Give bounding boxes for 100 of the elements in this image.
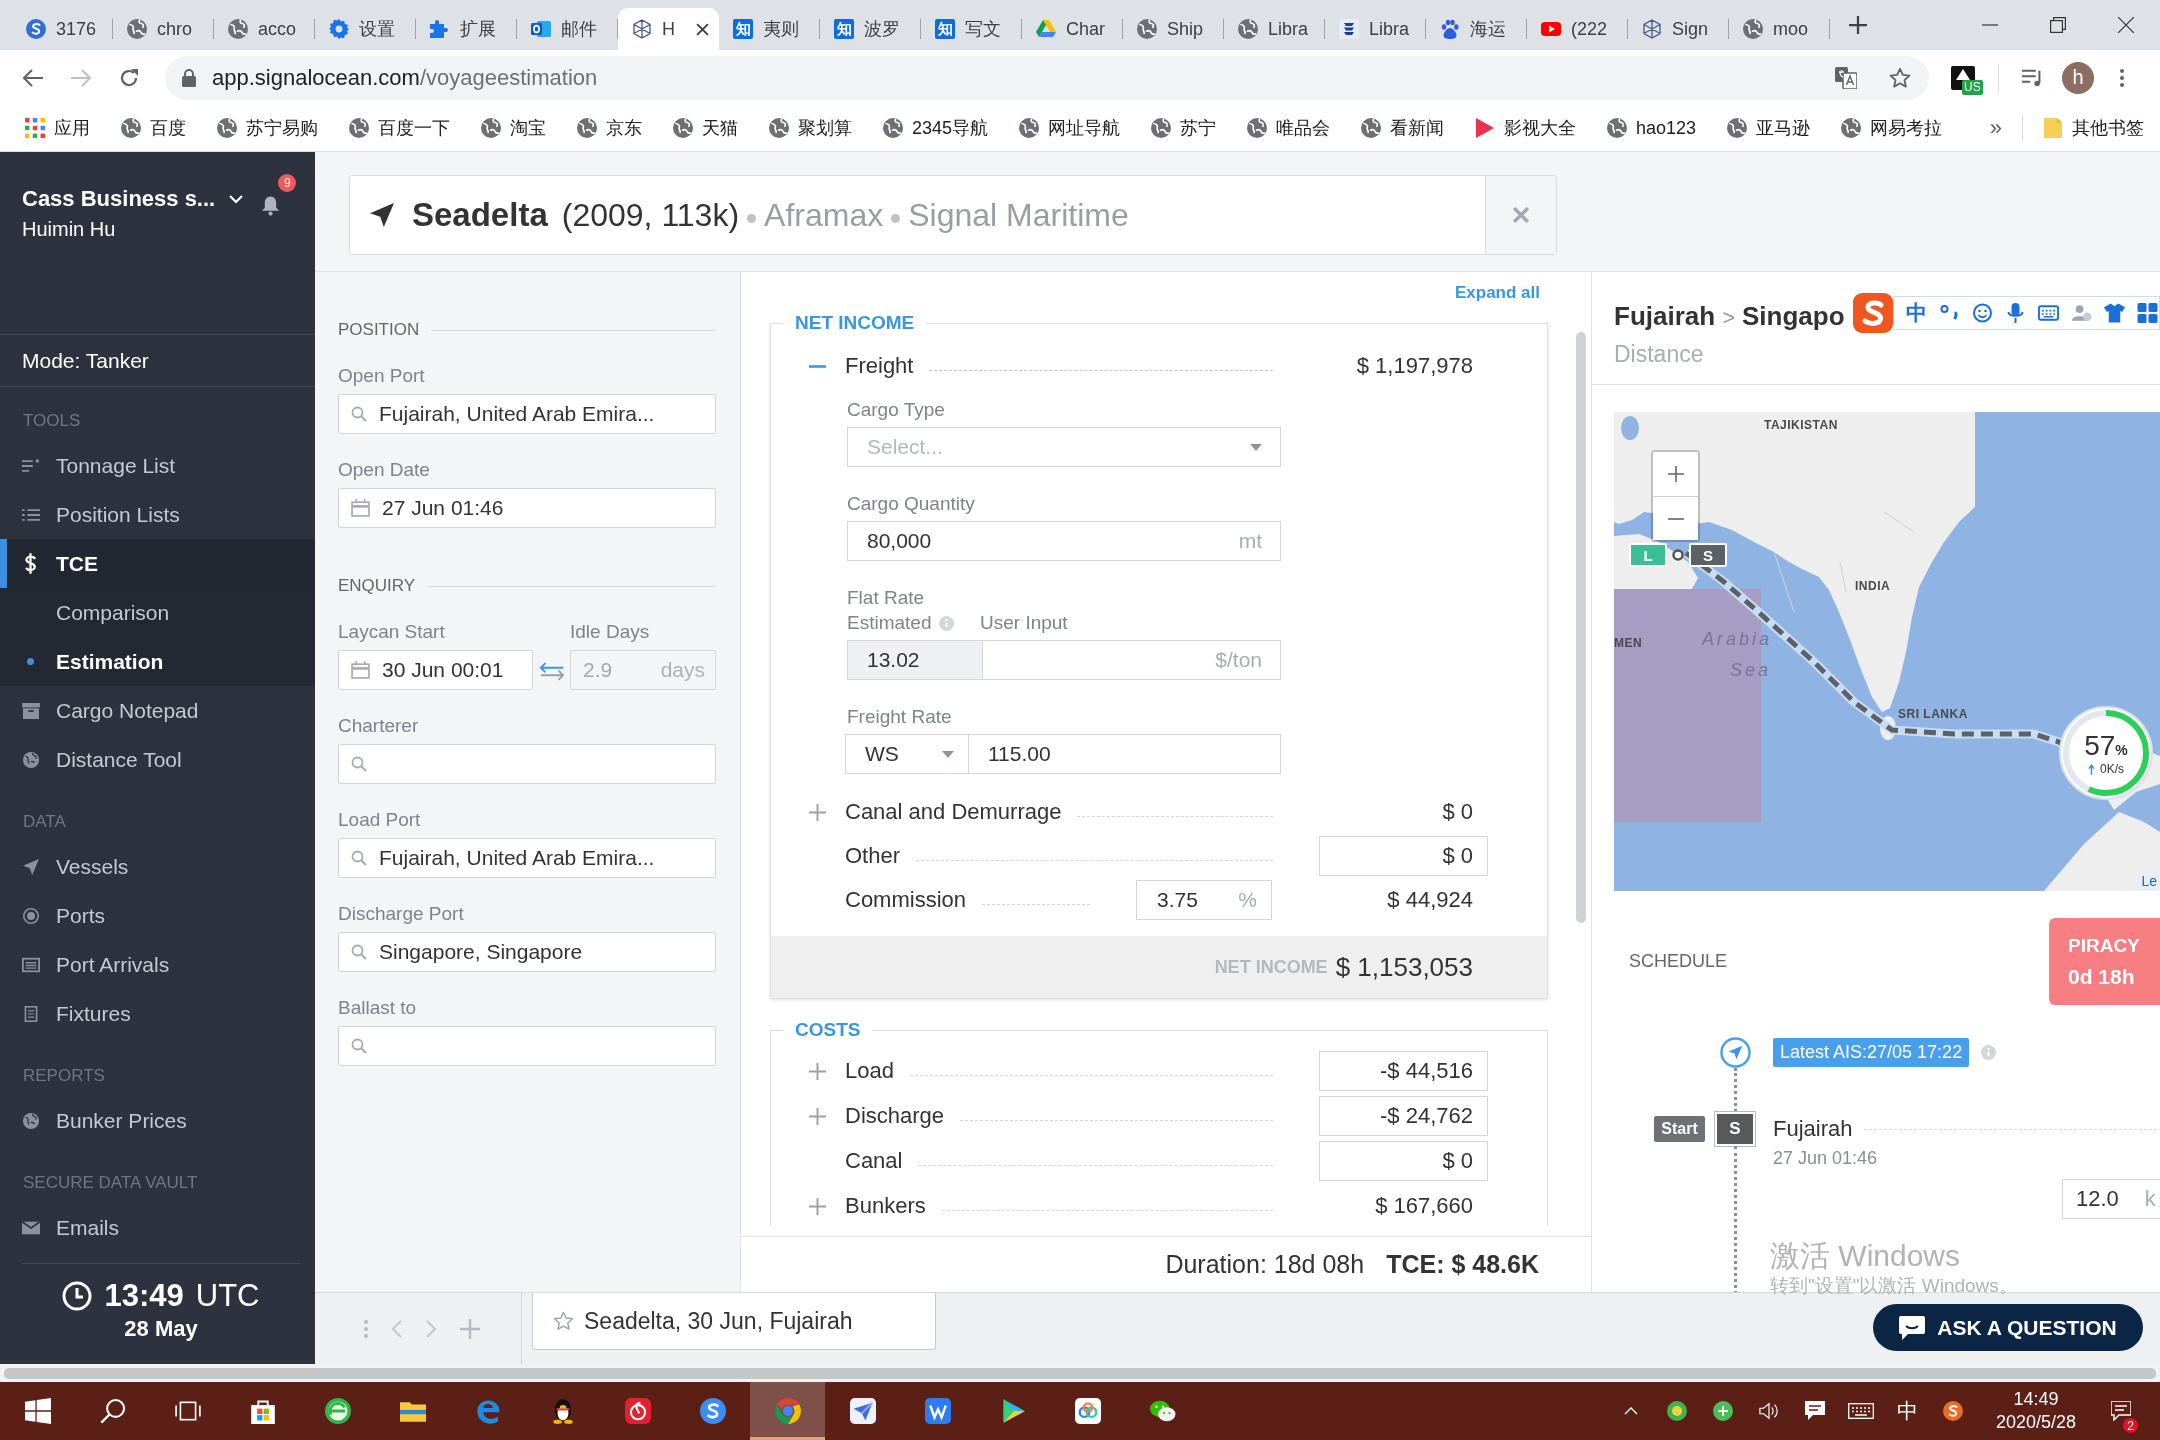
close-icon[interactable]	[696, 22, 709, 36]
browser-tab[interactable]: 3176	[12, 8, 113, 50]
input-mode-indicator[interactable]: 中	[1906, 299, 1927, 327]
bookmark[interactable]: 苏宁易购	[202, 110, 334, 146]
search-field[interactable]: Singapore, Singapore	[338, 932, 716, 972]
nav-item[interactable]: Cargo Notepad	[0, 686, 315, 735]
amount-field[interactable]: $ 0	[1319, 836, 1488, 876]
browser-tab[interactable]: 设置	[315, 8, 416, 50]
speed-field[interactable]: 12.0 k	[2062, 1179, 2160, 1219]
more-bookmarks-button[interactable]: »	[1977, 115, 2014, 141]
swirl-logo-icon[interactable]	[1853, 293, 1893, 333]
browser-tab[interactable]: 知 波罗	[820, 8, 921, 50]
scrollbar-thumb[interactable]	[1576, 332, 1586, 923]
account-avatar[interactable]: h	[2062, 61, 2094, 94]
bookmark[interactable]: 百度	[106, 110, 202, 146]
browser-tab[interactable]: Sign	[1628, 8, 1729, 50]
bookmark[interactable]: 看新闻	[1346, 110, 1461, 146]
microphone-icon[interactable]	[2005, 303, 2026, 323]
nav-subitem[interactable]: Comparison	[0, 588, 315, 637]
browser-tab[interactable]: Libra	[1325, 8, 1426, 50]
ask-question-button[interactable]: ASK A QUESTION	[1873, 1304, 2143, 1351]
amount-field[interactable]: $ 0	[1319, 1141, 1488, 1181]
rate-type-select[interactable]: WS	[845, 734, 968, 774]
nav-item[interactable]: TCE	[0, 539, 315, 588]
bookmark[interactable]: 京东	[562, 110, 658, 146]
shield-icon[interactable]	[1713, 1401, 1733, 1421]
nav-item[interactable]: Position Lists	[0, 490, 315, 539]
bookmark[interactable]: 百度一下	[334, 110, 466, 146]
input-mode-indicator[interactable]: 中	[1884, 1397, 1930, 1425]
amount-field[interactable]: -$ 44,516	[1319, 1051, 1488, 1091]
more-menu-icon[interactable]	[2120, 68, 2124, 87]
bell-icon[interactable]	[261, 194, 281, 216]
search-field[interactable]: Fujairah, United Arab Emira...	[338, 838, 716, 878]
nav-item[interactable]: Ports	[0, 891, 315, 940]
star-icon[interactable]	[1889, 66, 1911, 89]
notification-icon[interactable]	[2111, 1401, 2131, 1421]
freight-rate-field[interactable]: 115.00	[968, 734, 1281, 774]
commission-rate-field[interactable]: 3.75 %	[1136, 880, 1272, 920]
workspace-tab[interactable]: Seadelta, 30 Jun, Fujairah	[532, 1293, 936, 1350]
bookmark[interactable]: 聚划算	[754, 110, 868, 146]
speaker-icon[interactable]	[1759, 1401, 1779, 1421]
bookmark[interactable]: 淘宝	[466, 110, 562, 146]
bookmark-folder[interactable]: 其他书签	[2031, 110, 2154, 146]
browser-tab[interactable]: 扩展	[416, 8, 517, 50]
browser-tab[interactable]: acco	[214, 8, 315, 50]
bookmark[interactable]: 网易考拉	[1826, 110, 1959, 146]
map-marker[interactable]: S	[1689, 543, 1727, 567]
nav-item[interactable]: Vessels	[0, 842, 315, 891]
browser-tab[interactable]: 海运	[1426, 8, 1527, 50]
search-field[interactable]	[338, 1026, 716, 1066]
address-bar[interactable]: app.signalocean.com/voyageestimation	[165, 55, 1929, 100]
bookmark[interactable]: 影视大全	[1460, 110, 1593, 146]
search-field[interactable]	[338, 744, 716, 784]
browser-tab[interactable]: Ship	[1123, 8, 1224, 50]
star-icon[interactable]	[553, 1311, 574, 1331]
nav-item[interactable]: Tonnage List	[0, 441, 315, 490]
nav-item[interactable]: Fixtures	[0, 989, 315, 1038]
browser-tab[interactable]: 邮件	[517, 8, 618, 50]
browser-tab[interactable]: (222	[1527, 8, 1628, 50]
nav-item[interactable]: Distance Tool	[0, 735, 315, 784]
bookmark[interactable]: 网址导航	[1004, 110, 1137, 146]
keyboard-icon[interactable]	[1848, 1403, 1874, 1419]
bookmark[interactable]: 天猫	[658, 110, 754, 146]
punctuation-icon[interactable]	[1939, 303, 1960, 323]
browser-tab[interactable]: moo	[1729, 8, 1830, 50]
chevron-up-icon[interactable]	[1624, 1407, 1638, 1415]
browser-tab[interactable]: chro	[113, 8, 214, 50]
date-field[interactable]: 27 Jun 01:46	[338, 488, 716, 528]
chevron-down-icon[interactable]	[229, 194, 244, 204]
nav-item[interactable]: Bunker Prices	[0, 1096, 315, 1145]
bookmark[interactable]: hao123	[1592, 110, 1713, 146]
browser-tab[interactable]: 知 夷则	[719, 8, 820, 50]
shirt-icon[interactable]	[2104, 303, 2125, 323]
date-field[interactable]: 30 Jun 00:01	[338, 650, 533, 690]
message-icon[interactable]	[1805, 1401, 1825, 1421]
browser-tab[interactable]: H	[618, 8, 719, 50]
smiley-icon[interactable]	[1972, 303, 1993, 323]
cargo-quantity-field[interactable]: 80,000 mt	[847, 521, 1281, 561]
swap-arrows-icon[interactable]	[537, 662, 566, 681]
map-attribution[interactable]: Le	[2136, 871, 2160, 891]
browser-tab[interactable]: Char	[1022, 8, 1123, 50]
grid-icon[interactable]	[2137, 303, 2158, 323]
organization-name[interactable]: Cass Business s...	[22, 186, 216, 212]
plus-icon[interactable]	[809, 803, 826, 821]
browser-tab[interactable]: Libra	[1224, 8, 1325, 50]
bookmark[interactable]: 2345导航	[868, 110, 1005, 146]
shield-icon[interactable]	[1667, 1401, 1687, 1421]
plus-icon[interactable]	[809, 1197, 826, 1215]
system-clock[interactable]: 14:49 2020/5/28	[1976, 1388, 2096, 1434]
nav-subitem[interactable]: Estimation	[0, 637, 315, 686]
plus-icon[interactable]	[809, 1107, 826, 1125]
bookmark[interactable]: 唯品会	[1232, 110, 1347, 146]
bookmark[interactable]: 亚马逊	[1712, 110, 1827, 146]
amount-field[interactable]: -$ 24,762	[1319, 1096, 1488, 1136]
plus-icon[interactable]	[809, 1062, 826, 1080]
nav-item[interactable]: Port Arrivals	[0, 940, 315, 989]
bookmark[interactable]: 应用	[10, 110, 106, 146]
translate-icon[interactable]	[1835, 66, 1857, 89]
scrollbar-thumb[interactable]	[4, 1367, 2156, 1379]
bookmark[interactable]: 苏宁	[1136, 110, 1233, 146]
